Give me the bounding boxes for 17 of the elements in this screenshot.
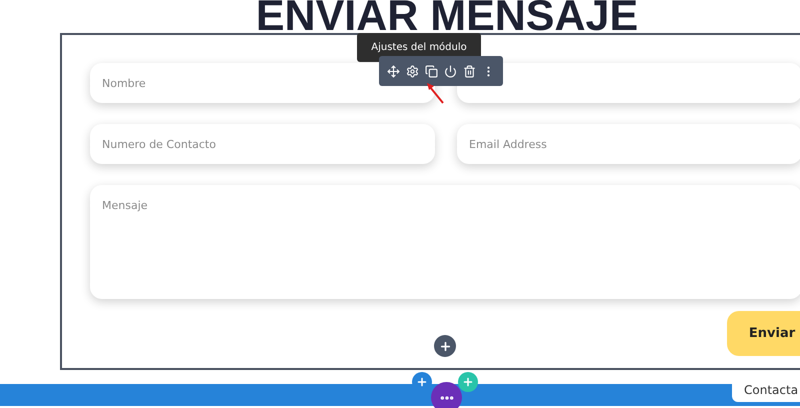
settings-icon[interactable] [406, 64, 419, 78]
add-icon[interactable] [458, 372, 478, 392]
arrow-icon [425, 81, 445, 105]
input-field[interactable]: Numero de Contacto [90, 124, 435, 164]
message-input[interactable]: Mensaje [102, 199, 790, 285]
message-field[interactable]: Mensaje [90, 185, 800, 299]
submit-button[interactable]: Enviar [727, 311, 800, 356]
input-field[interactable] [457, 63, 800, 103]
trash-icon[interactable] [463, 64, 476, 78]
input-field[interactable]: Email Address [457, 124, 800, 164]
move-icon[interactable] [387, 64, 400, 78]
duplicate-icon[interactable] [425, 64, 438, 78]
page-heading: ENVIAR MENSAJE [256, 0, 638, 33]
add-icon[interactable] [434, 335, 456, 357]
input-field[interactable]: Nombre [90, 63, 435, 103]
power-icon[interactable] [444, 64, 457, 78]
more-icon[interactable] [431, 382, 462, 408]
